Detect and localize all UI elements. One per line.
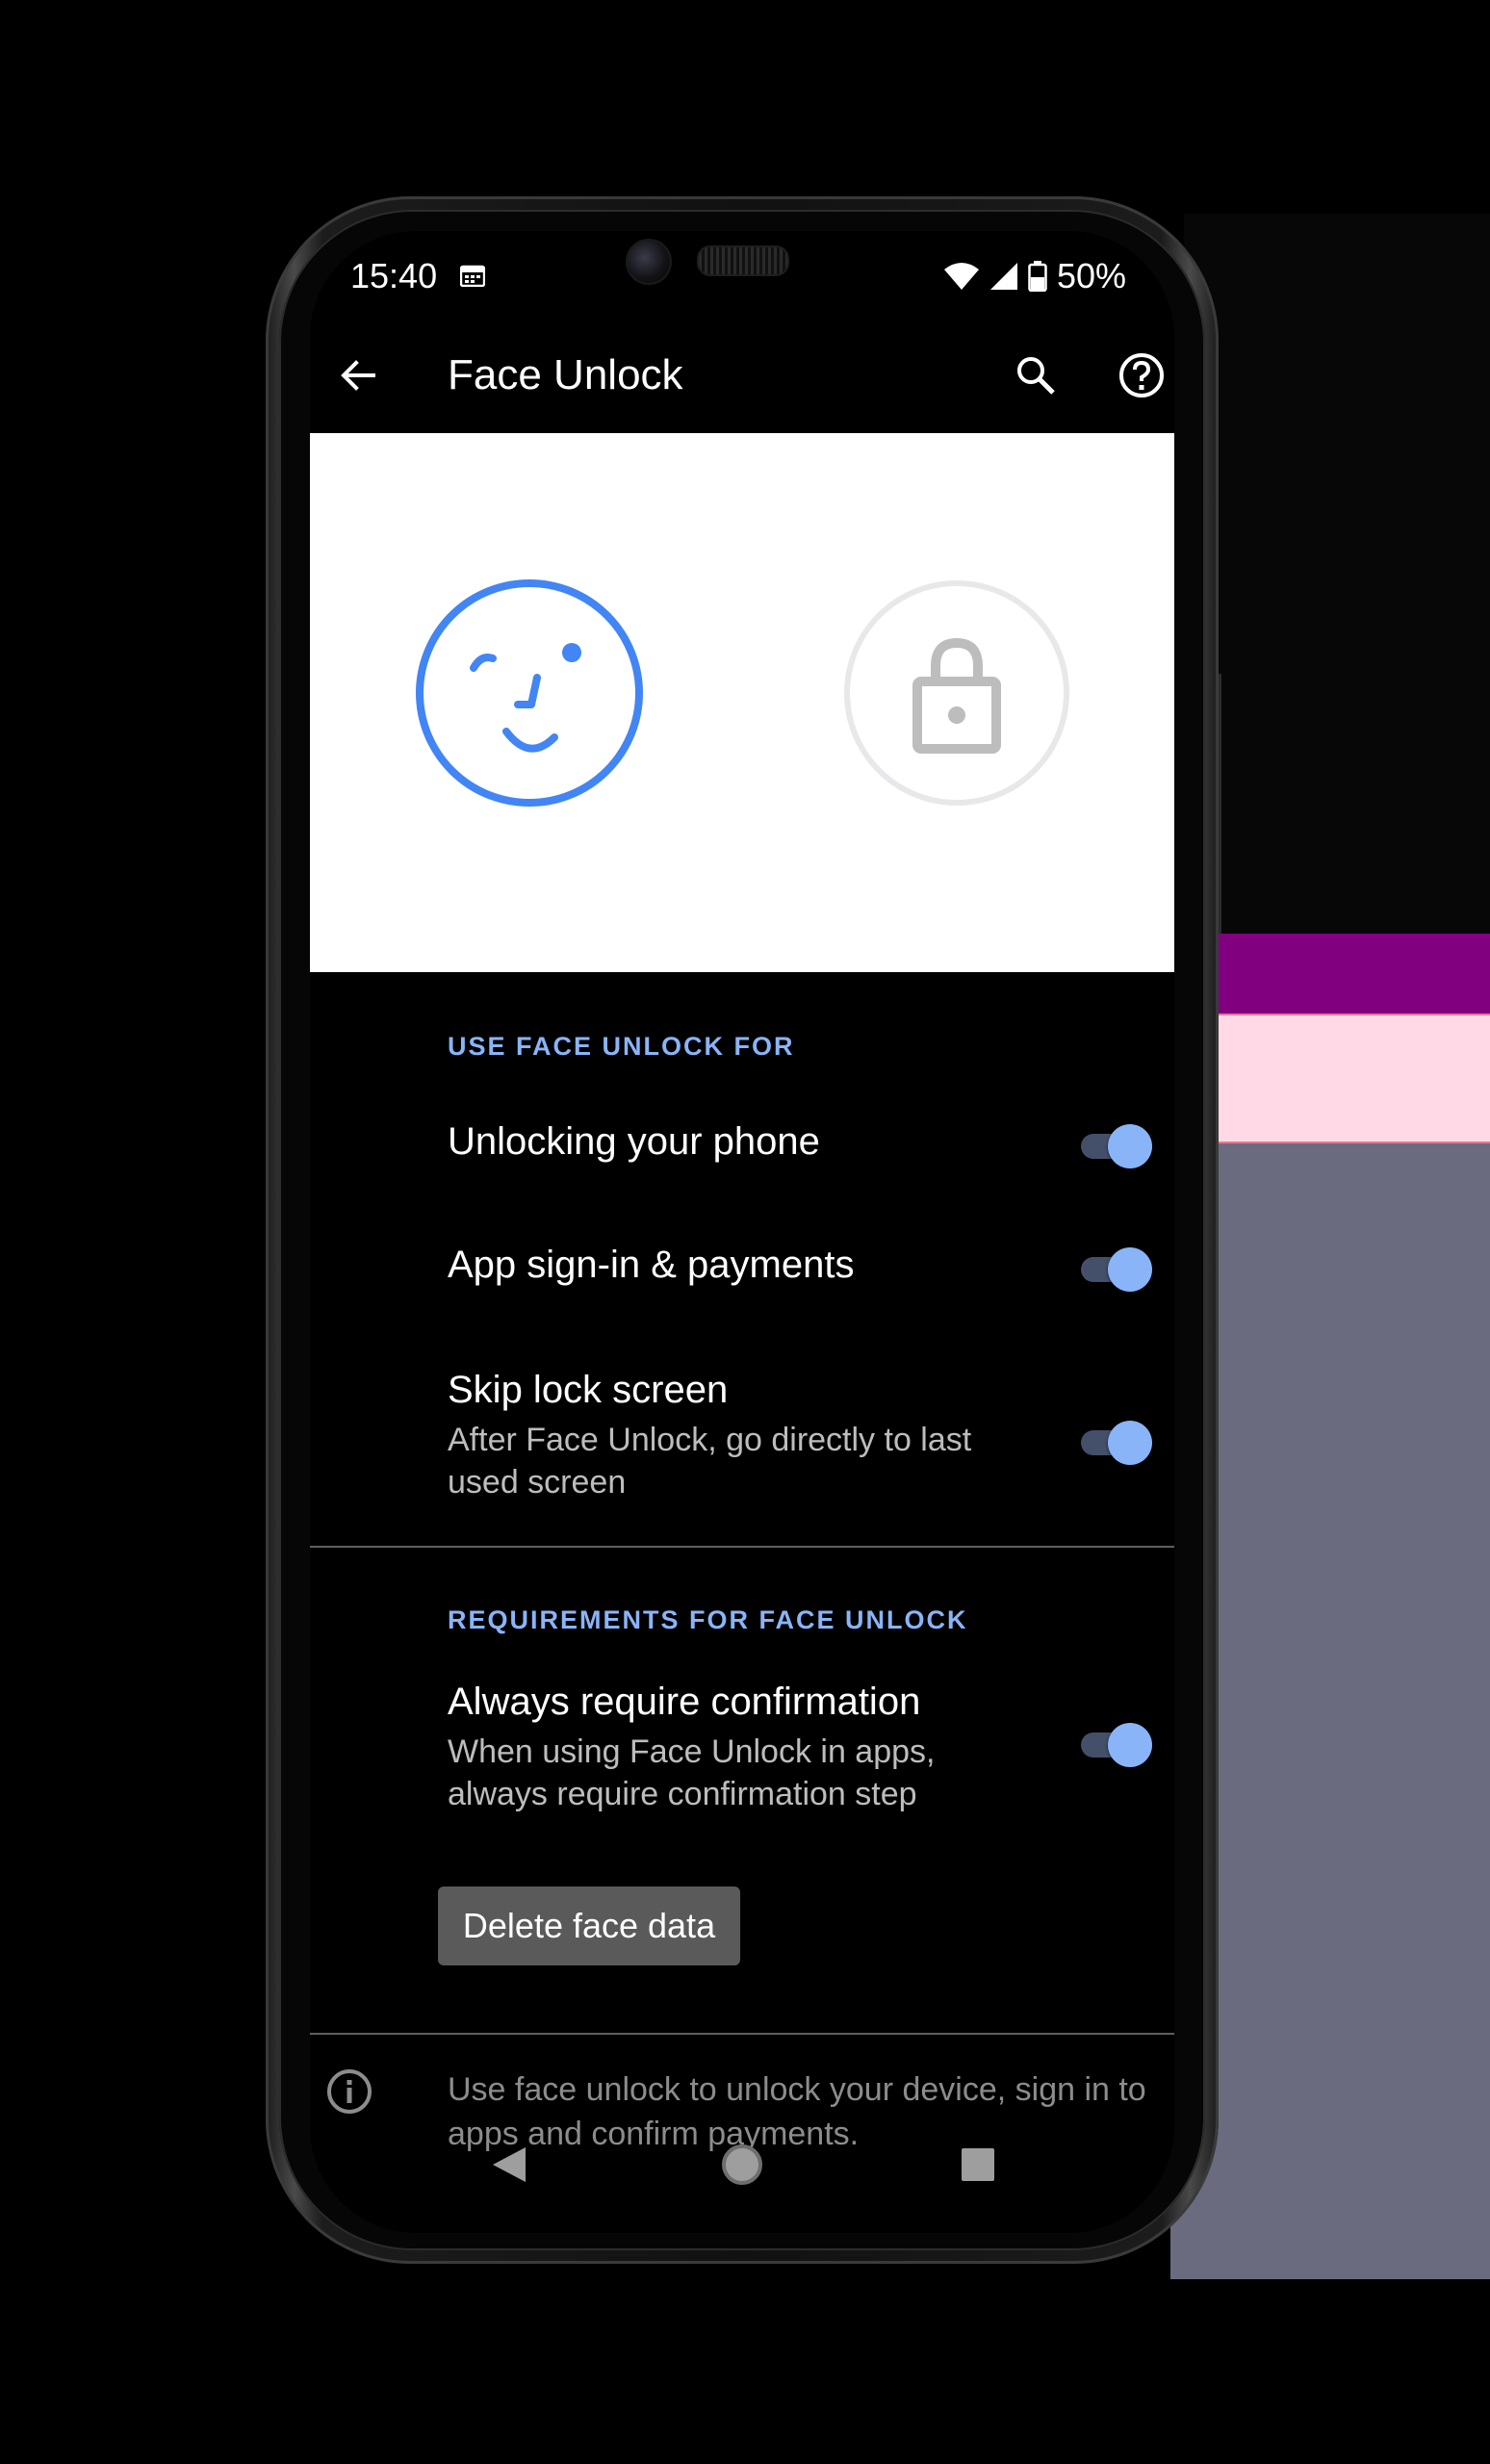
nav-recents-icon[interactable] <box>960 2146 996 2183</box>
status-time: 15:40 <box>350 256 438 295</box>
setting-row-unlocking-phone[interactable]: Unlocking your phone <box>310 1086 1174 1205</box>
setting-subtitle: When using Face Unlock in apps, always r… <box>448 1733 936 1812</box>
toggle-knob <box>1108 1421 1152 1465</box>
nav-back-icon[interactable] <box>487 2143 529 2186</box>
footer-info-text: Use face unlock to unlock your device, s… <box>448 2071 1146 2152</box>
toggle-skip-lock-screen[interactable] <box>1077 1417 1152 1467</box>
phone-screen: 15:40 50% Face Unlock USE FACE UNLOCK FO… <box>310 231 1174 2233</box>
search-icon <box>1017 357 1055 395</box>
toggle-knob <box>1108 1247 1152 1292</box>
setting-title: Unlocking your phone <box>448 1120 820 1163</box>
section-divider <box>310 2033 1174 2035</box>
setting-row-always-require-confirmation[interactable]: Always require confirmation When using F… <box>310 1656 1174 1867</box>
nav-home-icon[interactable] <box>720 2143 764 2187</box>
toggle-unlocking-phone[interactable] <box>1077 1120 1152 1170</box>
info-icon <box>327 2069 372 2114</box>
toggle-always-require-confirmation[interactable] <box>1077 1719 1152 1769</box>
lock-icon <box>844 580 1069 806</box>
setting-subtitle: After Face Unlock, go directly to last u… <box>448 1422 972 1501</box>
toggle-app-sign-in[interactable] <box>1077 1244 1152 1294</box>
setting-title: App sign-in & payments <box>448 1244 855 1286</box>
calendar-icon <box>460 265 485 287</box>
battery-percent: 50% <box>1056 256 1126 295</box>
page-title: Face Unlock <box>448 351 683 398</box>
wifi-icon <box>943 263 979 290</box>
background-panel-purple <box>1219 934 1490 1014</box>
toggle-knob <box>1108 1723 1152 1767</box>
section-divider <box>310 1546 1174 1548</box>
earpiece-speaker <box>697 245 789 276</box>
help-button[interactable] <box>1111 345 1172 406</box>
background-divider <box>1219 674 1221 934</box>
search-button[interactable] <box>1005 345 1066 406</box>
face-icon <box>416 579 643 807</box>
section-header-use: USE FACE UNLOCK FOR <box>448 1032 795 1061</box>
status-indicators: 50% <box>943 256 1126 296</box>
background-panel-pink <box>1219 1014 1490 1143</box>
back-button[interactable] <box>327 345 389 406</box>
setting-title: Skip lock screen <box>448 1369 729 1411</box>
background-panel <box>1184 214 1490 936</box>
delete-face-data-button[interactable]: Delete face data <box>438 1886 740 1965</box>
front-camera <box>626 239 672 285</box>
face-unlock-illustration <box>310 433 1174 972</box>
toggle-knob <box>1108 1124 1152 1168</box>
back-arrow-icon <box>341 360 375 391</box>
battery-icon <box>1028 261 1047 292</box>
section-header-requirements: REQUIREMENTS FOR FACE UNLOCK <box>448 1605 968 1634</box>
signal-icon <box>989 263 1017 290</box>
setting-title: Always require confirmation <box>448 1681 921 1723</box>
setting-row-app-sign-in[interactable]: App sign-in & payments <box>310 1205 1174 1330</box>
help-icon <box>1119 353 1164 398</box>
